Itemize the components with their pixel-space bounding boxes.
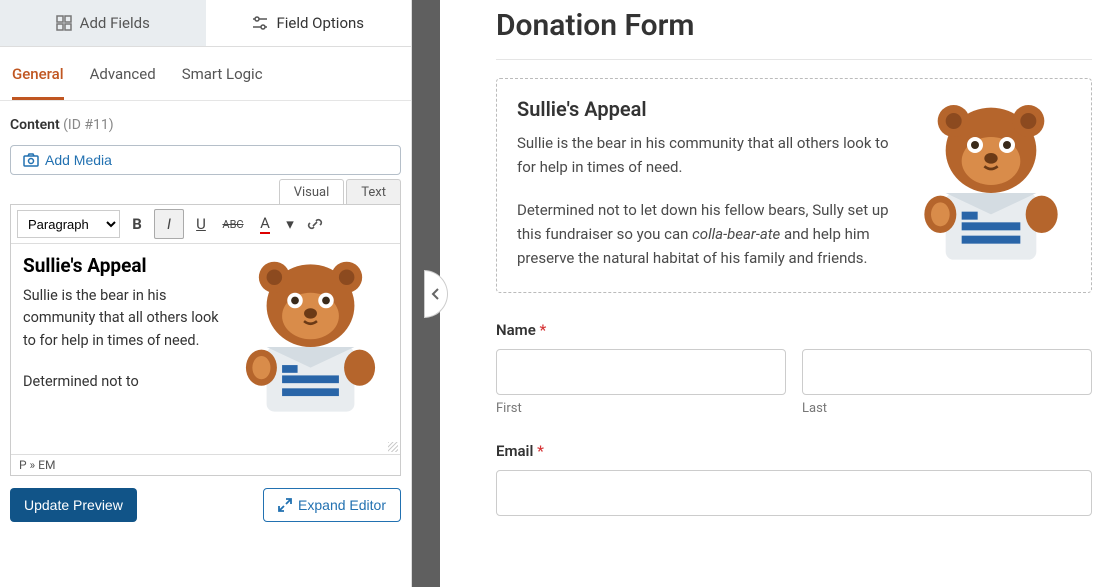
panel-top-tabs: Add Fields Field Options [0, 0, 411, 47]
bear-image [911, 97, 1071, 274]
sub-tab-smart-logic[interactable]: Smart Logic [182, 65, 263, 100]
content-block[interactable]: Sullie's Appeal Sullie is the bear in hi… [496, 78, 1092, 293]
paragraph-select[interactable]: Paragraph [17, 210, 120, 238]
camera-icon [23, 153, 39, 167]
content-label: Content (ID #11) [10, 117, 401, 133]
tab-label: Field Options [276, 14, 364, 32]
first-sub-label: First [496, 401, 786, 416]
link-button[interactable] [300, 209, 330, 239]
last-sub-label: Last [802, 401, 1092, 416]
panel-divider [412, 0, 440, 587]
editor-mode-tabs: Visual Text [10, 179, 401, 205]
editor-tab-text[interactable]: Text [346, 179, 401, 205]
bear-image [233, 254, 388, 426]
email-label: Email * [496, 442, 1092, 460]
add-media-button[interactable]: Add Media [10, 145, 401, 175]
editor-toolbar: Paragraph B I U ABC A ▾ [11, 205, 400, 244]
expand-editor-button[interactable]: Expand Editor [263, 488, 401, 522]
sub-tab-general[interactable]: General [12, 65, 64, 100]
strikethrough-button[interactable]: ABC [218, 209, 248, 239]
appeal-paragraph: Sullie is the bear in his community that… [517, 131, 891, 179]
sidebar-panel: Add Fields Field Options General Advance… [0, 0, 412, 587]
tab-label: Add Fields [80, 14, 150, 32]
sub-tab-advanced[interactable]: Advanced [90, 65, 156, 100]
email-input[interactable] [496, 470, 1092, 516]
link-icon [307, 216, 323, 232]
bold-button[interactable]: B [122, 209, 152, 239]
appeal-title: Sullie's Appeal [517, 97, 891, 121]
rich-editor: Paragraph B I U ABC A ▾ Sullie's Appeal … [10, 204, 401, 476]
editor-status-path: P » EM [11, 454, 400, 475]
italic-button[interactable]: I [154, 209, 184, 239]
underline-button[interactable]: U [186, 209, 216, 239]
update-preview-button[interactable]: Update Preview [10, 488, 137, 522]
editor-content[interactable]: Sullie's Appeal Sullie is the bear in hi… [11, 244, 400, 454]
tab-field-options[interactable]: Field Options [206, 0, 412, 46]
expand-icon [278, 498, 292, 512]
text-color-button[interactable]: A [250, 209, 280, 239]
name-field: Name * First Last [496, 321, 1092, 416]
sliders-icon [252, 15, 268, 31]
form-title: Donation Form [496, 8, 1092, 60]
panel-sub-tabs: General Advanced Smart Logic [0, 47, 411, 101]
chevron-left-icon [431, 287, 441, 301]
tab-add-fields[interactable]: Add Fields [0, 0, 206, 46]
appeal-paragraph: Determined not to let down his fellow be… [517, 198, 891, 270]
editor-tab-visual[interactable]: Visual [279, 179, 345, 205]
form-preview: Donation Form Sullie's Appeal Sullie is … [440, 0, 1116, 587]
color-dropdown-button[interactable]: ▾ [282, 209, 298, 239]
last-name-input[interactable] [802, 349, 1092, 395]
name-label: Name * [496, 321, 1092, 339]
content-area: Content (ID #11) Add Media Visual Text P… [0, 101, 411, 587]
email-field: Email * [496, 442, 1092, 516]
editor-actions: Update Preview Expand Editor [10, 488, 401, 522]
first-name-input[interactable] [496, 349, 786, 395]
grid-icon [56, 15, 72, 31]
